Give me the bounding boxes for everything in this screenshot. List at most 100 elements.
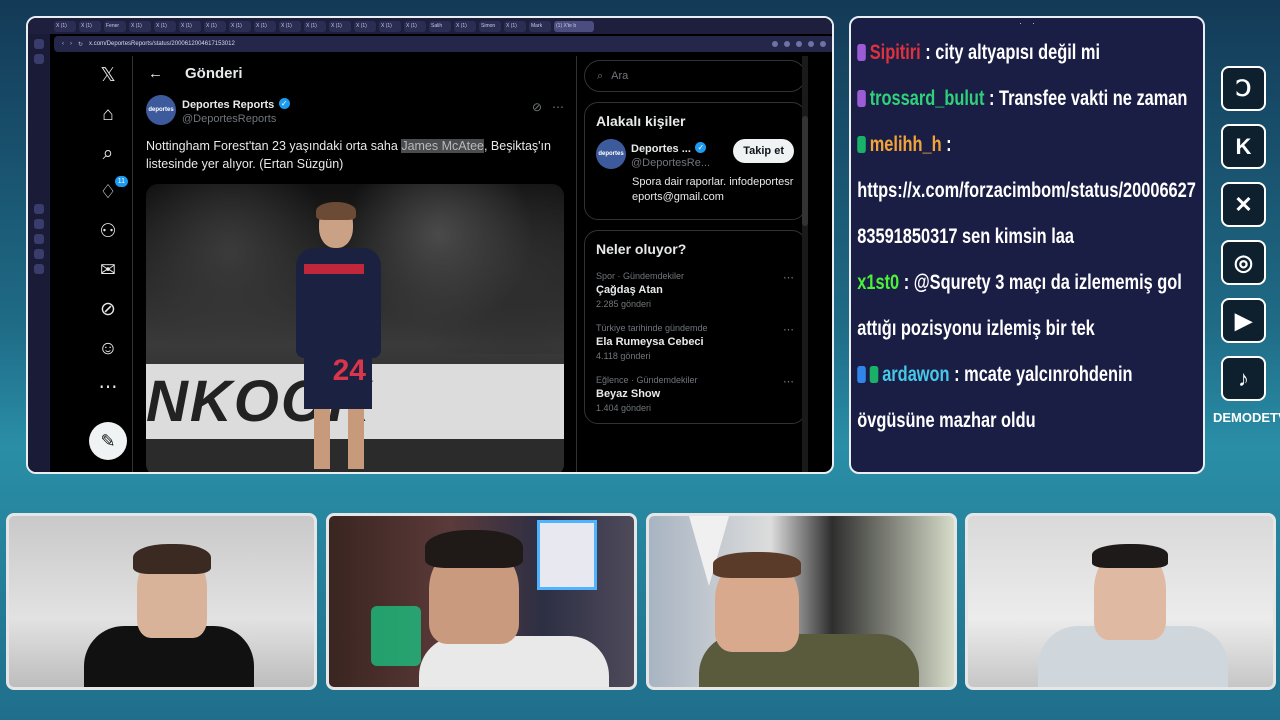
browser-tab[interactable]: Salih [429, 20, 451, 32]
webcam-2 [326, 513, 637, 690]
browser-tab-active[interactable]: (1) X'te b [554, 20, 594, 32]
kick-badge-icon [869, 366, 879, 383]
chat-text: : city altyapısı değil mi [925, 41, 1101, 64]
browser-tab[interactable]: Simon [479, 20, 501, 32]
whatsapp-icon[interactable] [34, 234, 44, 244]
browser-tab[interactable]: Fener [104, 20, 126, 32]
trend-item[interactable]: Eğlence · Gündemdekiler Beyaz Show 1.404… [596, 375, 794, 413]
post-header: ← Gönderi [134, 56, 576, 90]
browser-tab[interactable]: X (1) [504, 20, 526, 32]
browser-tab[interactable]: X (1) [129, 20, 151, 32]
browser-tab[interactable]: X (1) [204, 20, 226, 32]
avatar[interactable]: deportes [146, 95, 176, 125]
post-text: Nottingham Forest'tan 23 yaşındaki orta … [146, 137, 564, 173]
post-button[interactable]: ✎ [89, 422, 127, 460]
x-icon: ✕ [1221, 182, 1266, 227]
scrollbar[interactable] [802, 56, 808, 472]
add-person-icon[interactable]: ⚇ [96, 221, 120, 243]
profile-icon[interactable]: ☺ [96, 338, 120, 360]
follow-button[interactable]: Takip et [733, 139, 794, 163]
x-logo-icon[interactable]: 𝕏 [96, 65, 120, 87]
kick-icon: K [1221, 124, 1266, 169]
trend-count: 2.285 gönderi [596, 299, 652, 309]
download-icon[interactable] [808, 41, 814, 47]
kick-badge-icon [857, 90, 866, 107]
browser-tab[interactable]: X (1) [154, 20, 176, 32]
player-shorts: 24 [304, 354, 372, 409]
grok-icon[interactable]: ⊘ [532, 100, 542, 114]
back-arrow-icon[interactable]: ‹ [62, 41, 64, 47]
bookmark-icon[interactable] [34, 54, 44, 64]
verified-icon: ✓ [278, 98, 290, 110]
related-title: Alakalı kişiler [596, 113, 686, 129]
avatar[interactable]: deportes [596, 139, 626, 169]
scrollbar-thumb[interactable] [802, 116, 808, 226]
forward-arrow-icon[interactable]: › [70, 41, 72, 47]
chat-message: ardawon : mcate yalcınrohdenin övgüsüne … [851, 352, 1202, 444]
search-box[interactable]: ⌕ Ara [584, 60, 806, 92]
reload-icon[interactable]: ↻ [78, 41, 83, 48]
browser-tab[interactable]: X (1) [304, 20, 326, 32]
post-image[interactable]: NKOOK 24 [146, 184, 564, 472]
more-options-icon[interactable]: ⋯ [783, 323, 794, 336]
spotify-icon[interactable] [34, 264, 44, 274]
messenger-icon[interactable] [34, 219, 44, 229]
trend-item[interactable]: Türkiye tarihinde gündemde Ela Rumeysa C… [596, 323, 794, 361]
browser-tab[interactable]: Mark [529, 20, 551, 32]
notifications-icon[interactable]: ♢ 11 [96, 176, 128, 204]
notification-badge: 11 [114, 176, 128, 187]
browser-tab[interactable]: X (1) [229, 20, 251, 32]
back-arrow-icon[interactable]: ← [148, 65, 163, 82]
chat-text: : Transfee vakti ne zaman [988, 87, 1188, 110]
browser-tab[interactable]: X (1) [54, 20, 76, 32]
browser-tab[interactable]: X (1) [79, 20, 101, 32]
trend-meta: Eğlence · Gündemdekiler [596, 375, 698, 385]
share-icon[interactable] [784, 41, 790, 47]
chat-message: Sipitiri : city altyapısı değil mi [851, 30, 1202, 76]
chat-username: x1st0 [857, 271, 900, 294]
url-text[interactable]: x.com/DeportesReports/status/20006120046… [89, 41, 235, 47]
x-app-icon[interactable] [34, 249, 44, 259]
zoom-icon[interactable] [772, 41, 778, 47]
bookmark-star-icon[interactable] [796, 41, 802, 47]
more-icon[interactable]: ⋯ [96, 377, 120, 399]
browser-tab[interactable]: X (1) [254, 20, 276, 32]
more-options-icon[interactable]: ⋯ [783, 271, 794, 284]
search-placeholder[interactable]: Ara [611, 70, 628, 82]
home-icon[interactable]: ⌂ [96, 104, 120, 126]
tiktok-icon: ♪ [1221, 356, 1266, 401]
right-sidebar: ⌕ Ara Alakalı kişiler deportes Deportes … [584, 56, 806, 472]
trend-item[interactable]: Spor · Gündemdekiler Çağdaş Atan 2.285 g… [596, 271, 794, 309]
more-options-icon[interactable]: ⋯ [783, 375, 794, 388]
browser-window: X (1) X (1) Fener X (1) X (1) X (1) X (1… [26, 16, 834, 474]
webcam-1 [6, 513, 317, 690]
browser-tab[interactable]: X (1) [354, 20, 376, 32]
more-options-icon[interactable]: ⋯ [552, 100, 564, 114]
browser-tab[interactable]: X (1) [404, 20, 426, 32]
browser-tab[interactable]: X (1) [379, 20, 401, 32]
trend-name: Ela Rumeysa Cebeci [596, 336, 704, 348]
address-bar[interactable]: ‹ › ↻ x.com/DeportesReports/status/20006… [54, 36, 832, 52]
menu-icon[interactable] [820, 41, 826, 47]
search-icon[interactable]: ⌕ [96, 143, 120, 165]
player-leg [348, 409, 364, 469]
chat-text: https://x.com/forzacimbom/status/2000662… [857, 179, 1196, 248]
home-icon[interactable] [34, 39, 44, 49]
trend-meta: Türkiye tarihinde gündemde [596, 323, 708, 333]
grok-icon[interactable]: ⊘ [96, 299, 120, 321]
person-hair [133, 544, 211, 574]
browser-tab[interactable]: X (1) [454, 20, 476, 32]
extension-icon[interactable] [34, 204, 44, 214]
messages-icon[interactable]: ✉ [96, 260, 120, 282]
related-handle[interactable]: @DeportesRe... [631, 157, 710, 169]
chat-username: melihh_h [869, 133, 942, 156]
author-name[interactable]: Deportes Reports [182, 99, 274, 111]
related-person[interactable]: deportes Deportes ... ✓ @DeportesRe... T… [596, 139, 794, 169]
channel-name: DEMODETV [1213, 410, 1280, 425]
player-leg [314, 409, 330, 469]
related-name[interactable]: Deportes ... [631, 143, 691, 155]
browser-tab[interactable]: X (1) [179, 20, 201, 32]
author-handle[interactable]: @DeportesReports [182, 113, 290, 125]
browser-tab[interactable]: X (1) [329, 20, 351, 32]
browser-tab[interactable]: X (1) [279, 20, 301, 32]
